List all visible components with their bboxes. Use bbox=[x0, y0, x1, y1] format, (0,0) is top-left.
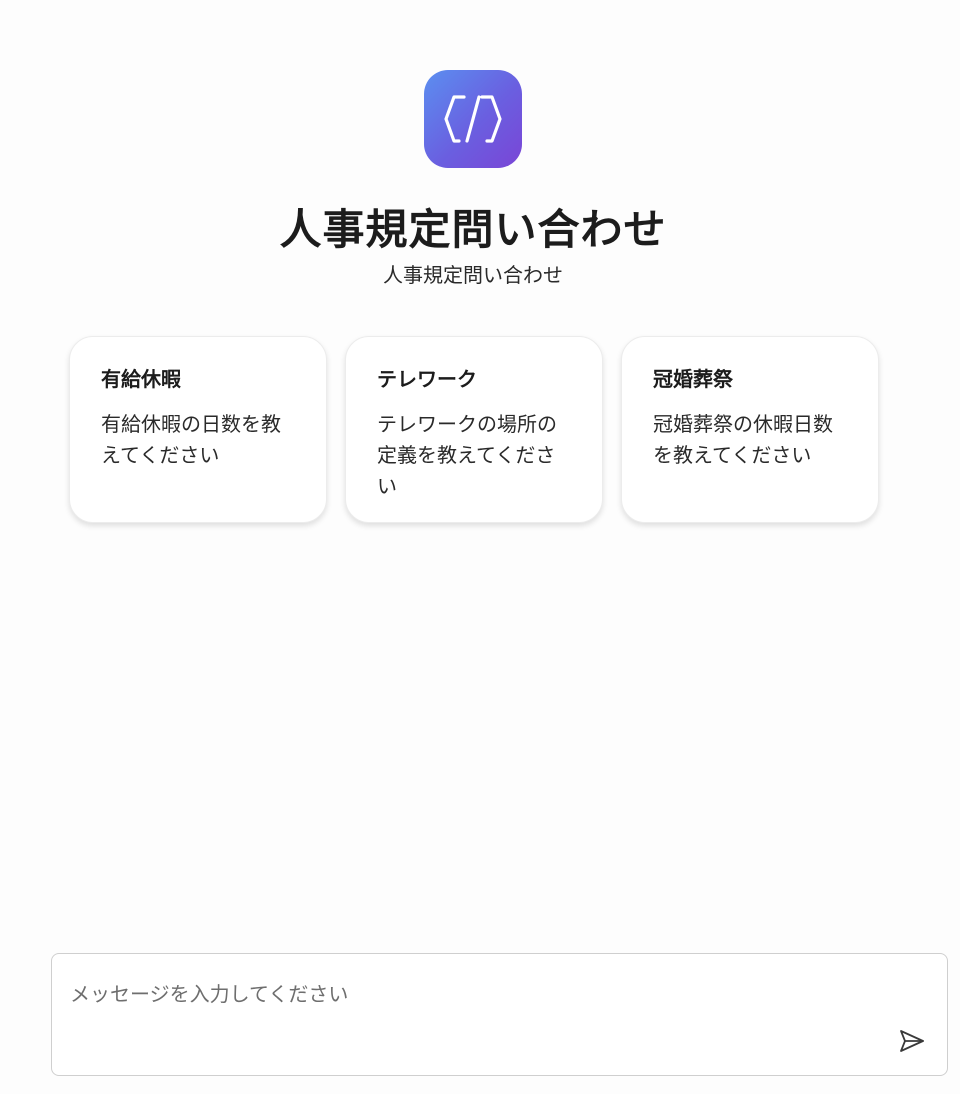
send-icon bbox=[900, 1030, 924, 1052]
suggestion-card-title: テレワーク bbox=[377, 367, 477, 391]
app-logo bbox=[424, 70, 522, 168]
suggestion-card-text: 有給休暇の日数を教えてください bbox=[101, 412, 281, 467]
page-title: 人事規定問い合わせ bbox=[279, 205, 667, 254]
message-input[interactable] bbox=[70, 974, 870, 1014]
send-button[interactable] bbox=[892, 1021, 932, 1061]
suggestion-card-text: テレワークの場所の定義を教えてください bbox=[377, 412, 557, 498]
suggestion-card-ceremonial-leave[interactable]: 冠婚葬祭 冠婚葬祭の休暇日数を教えてください bbox=[621, 336, 879, 523]
suggestion-list: 有給休暇 有給休暇の日数を教えてください テレワーク テレワークの場所の定義を教… bbox=[69, 336, 879, 523]
chat-page: 人事規定問い合わせ 人事規定問い合わせ 有給休暇 有給休暇の日数を教えてください… bbox=[0, 0, 960, 1094]
suggestion-card-title: 冠婚葬祭 bbox=[653, 367, 733, 391]
suggestion-card-telework[interactable]: テレワーク テレワークの場所の定義を教えてください bbox=[345, 336, 603, 523]
code-brackets-icon bbox=[444, 95, 502, 143]
suggestion-card-paid-leave[interactable]: 有給休暇 有給休暇の日数を教えてください bbox=[69, 336, 327, 523]
page-subtitle: 人事規定問い合わせ bbox=[383, 263, 563, 287]
suggestion-card-title: 有給休暇 bbox=[101, 367, 181, 391]
message-composer bbox=[51, 953, 948, 1076]
suggestion-card-text: 冠婚葬祭の休暇日数を教えてください bbox=[653, 412, 833, 467]
